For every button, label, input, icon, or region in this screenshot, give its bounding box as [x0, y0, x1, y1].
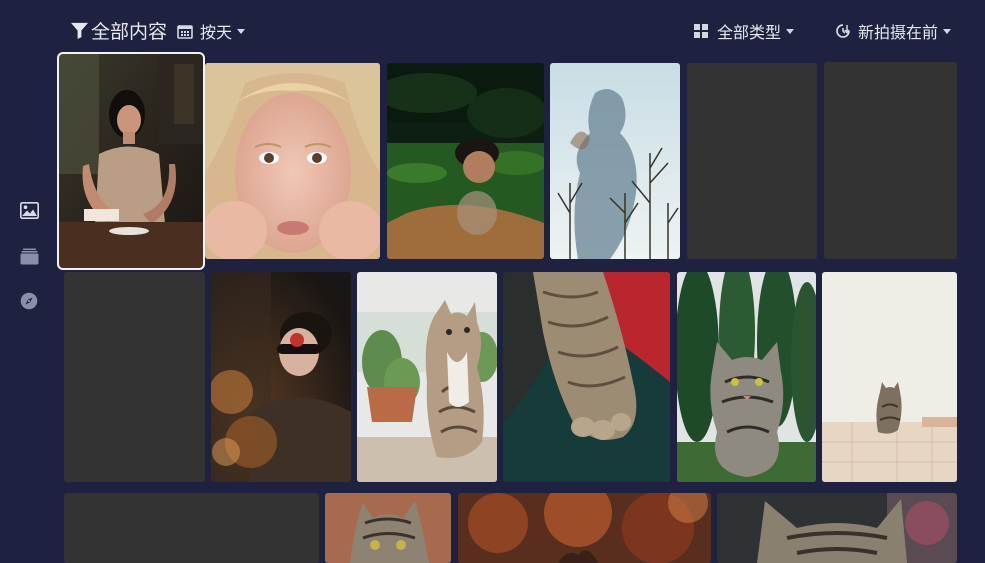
- photo-tile-double-exposure-trees[interactable]: [550, 63, 680, 259]
- photo-tile-cat-by-white-wall[interactable]: [822, 272, 957, 482]
- photo-image: [387, 63, 544, 259]
- photo-tile-placeholder[interactable]: [64, 493, 319, 563]
- photo-image: [211, 272, 351, 482]
- photo-image: [677, 272, 816, 482]
- photo-grid: [0, 0, 985, 563]
- photo-image: [822, 272, 957, 482]
- photo-image: [550, 63, 680, 259]
- photo-image: [325, 493, 451, 563]
- photo-tile-cat-paw[interactable]: [503, 272, 670, 482]
- photo-tile-woman-with-sunglasses[interactable]: [211, 272, 351, 482]
- photo-image: [205, 63, 380, 259]
- photo-image: [503, 272, 670, 482]
- photo-tile-cat-with-cactus[interactable]: [357, 272, 497, 482]
- photo-tile-placeholder[interactable]: [824, 62, 957, 259]
- photo-image: [458, 493, 711, 563]
- photo-tile-woman-in-cafe[interactable]: [57, 52, 205, 270]
- photo-tile-cat-face-closeup[interactable]: [325, 493, 451, 563]
- photo-tile-cat-head-top[interactable]: [717, 493, 957, 563]
- photo-tile-orange-bokeh[interactable]: [458, 493, 711, 563]
- photo-tile-woman-in-green-water[interactable]: [387, 63, 544, 259]
- photo-image: [357, 272, 497, 482]
- photo-tile-placeholder[interactable]: [64, 272, 205, 482]
- photo-image: [59, 54, 203, 268]
- photo-tile-tabby-cat-in-garden[interactable]: [677, 272, 816, 482]
- photo-tile-placeholder[interactable]: [687, 63, 817, 259]
- photo-tile-blonde-woman-face[interactable]: [205, 63, 380, 259]
- photo-image: [717, 493, 957, 563]
